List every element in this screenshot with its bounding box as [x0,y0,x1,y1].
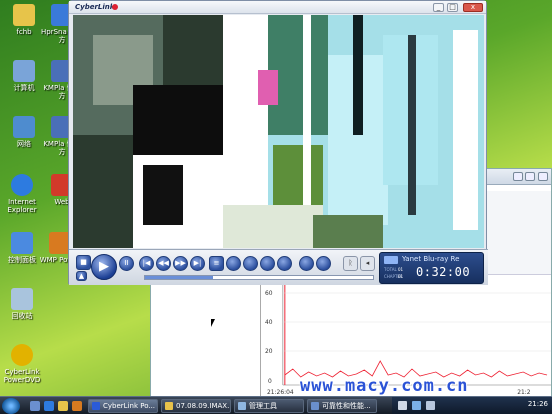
rewind-button[interactable]: ◀◀ [156,256,171,271]
y-tick-40: 40 [265,319,273,326]
y-tick-0: 0 [268,378,272,385]
powerdvd-icon [11,344,33,366]
stop-button[interactable]: ■ [76,255,91,270]
title-number: 01 [398,267,404,272]
internet-explorer-icon [11,174,33,196]
restore-button[interactable]: □ [447,3,458,12]
language-icon[interactable] [398,401,407,410]
play-button[interactable]: ▶ [91,254,117,280]
menu-button[interactable]: ≡ [209,256,224,271]
folder-task-icon [165,402,173,410]
zoom-button[interactable] [316,256,331,271]
recycle-bin-icon [11,288,33,310]
previous-chapter-button[interactable]: |◀ [139,256,154,271]
site-watermark: www.macy.com.cn [300,376,469,396]
clock[interactable]: 21:26 [528,400,548,408]
minimize-button[interactable] [513,172,523,181]
desktop-icon-ie[interactable]: Internet Explorer [0,174,44,214]
cyberlink-logo: CyberLink [75,3,115,11]
fast-forward-button[interactable]: ▶▶ [173,256,188,271]
volume-tray-icon[interactable] [426,401,435,410]
pause-button[interactable]: II [119,256,134,271]
taskbar-item-cyberlink[interactable]: CyberLink Po... [88,399,158,413]
seek-bar-fill [145,276,214,279]
admin-tools-task-icon [238,402,246,410]
chapter-number: 01 [398,274,404,279]
close-button[interactable]: x [463,3,483,12]
subtitle-button[interactable] [226,256,241,271]
media-quicklaunch-icon[interactable] [72,401,82,411]
player-titlebar[interactable]: CyberLink _ □ x [69,1,486,14]
player-control-bar: ■ ▲ ▶ II |◀ ◀◀ ▶▶ ▶| ≡ ᚱ ◂ Yanet Blu-ray… [69,249,488,285]
walker-icon[interactable]: ᚱ [343,256,358,271]
taskbar-item-folder[interactable]: 07.08.09.IMAX... [161,399,231,413]
cpu-series-line [284,360,548,378]
folder-quicklaunch-icon[interactable] [58,401,68,411]
taskbar-item-admin-tools[interactable]: 管理工具 [234,399,304,413]
close-button[interactable] [538,172,548,181]
eject-button[interactable]: ▲ [76,271,87,281]
folder-icon [13,4,35,26]
video-area[interactable] [73,15,484,248]
show-desktop-icon[interactable] [30,401,40,411]
repeat-button[interactable] [299,256,314,271]
ie-quicklaunch-icon[interactable] [44,401,54,411]
x-tick-next: 21:2 [517,389,531,396]
video-frame [73,15,484,248]
audio-button[interactable] [243,256,258,271]
taskbar: CyberLink Po... 07.08.09.IMAX... 管理工具 可靠… [0,396,552,414]
reliability-task-icon [311,402,319,410]
start-button[interactable] [2,398,20,414]
network-tray-icon[interactable] [412,401,421,410]
blu-ray-disc-icon [384,256,398,264]
computer-icon [13,60,35,82]
cyberlink-task-icon [92,402,100,410]
monitor-left-pane [151,277,261,397]
brand-dot-icon [112,4,118,10]
volume-button[interactable]: ◂ [360,256,375,271]
playback-time: 0:32:00 [416,265,471,279]
mouse-cursor-icon [211,319,215,327]
next-chapter-button[interactable]: ▶| [190,256,205,271]
system-tray: 21:26 [392,397,552,414]
angle-button[interactable] [260,256,275,271]
network-icon [13,116,35,138]
status-display: Yanet Blu-ray Re TOTAL 01 CHAPTER 01 0:3… [379,252,484,284]
cyberlink-player-window[interactable]: CyberLink _ □ x ■ ▲ ▶ II |◀ ◀◀ ▶▶ ▶| ≡ ᚱ… [68,0,488,285]
x-tick-start: 21:26:04 [267,389,294,396]
desktop-icon-recycle-bin[interactable]: 回收站 [0,288,44,320]
y-tick-20: 20 [265,348,273,355]
taskbar-item-reliability[interactable]: 可靠性和性能... [307,399,377,413]
desktop-icon-powerdvd[interactable]: CyberLink PowerDVD [0,344,44,384]
seek-bar[interactable] [144,275,374,280]
minimize-button[interactable]: _ [433,3,444,12]
source-label: Yanet Blu-ray Re [402,255,460,263]
maximize-button[interactable] [525,172,535,181]
snapshot-button[interactable] [277,256,292,271]
control-panel-icon [11,232,33,254]
total-label: TOTAL [384,267,397,272]
y-tick-60: 60 [265,290,273,297]
